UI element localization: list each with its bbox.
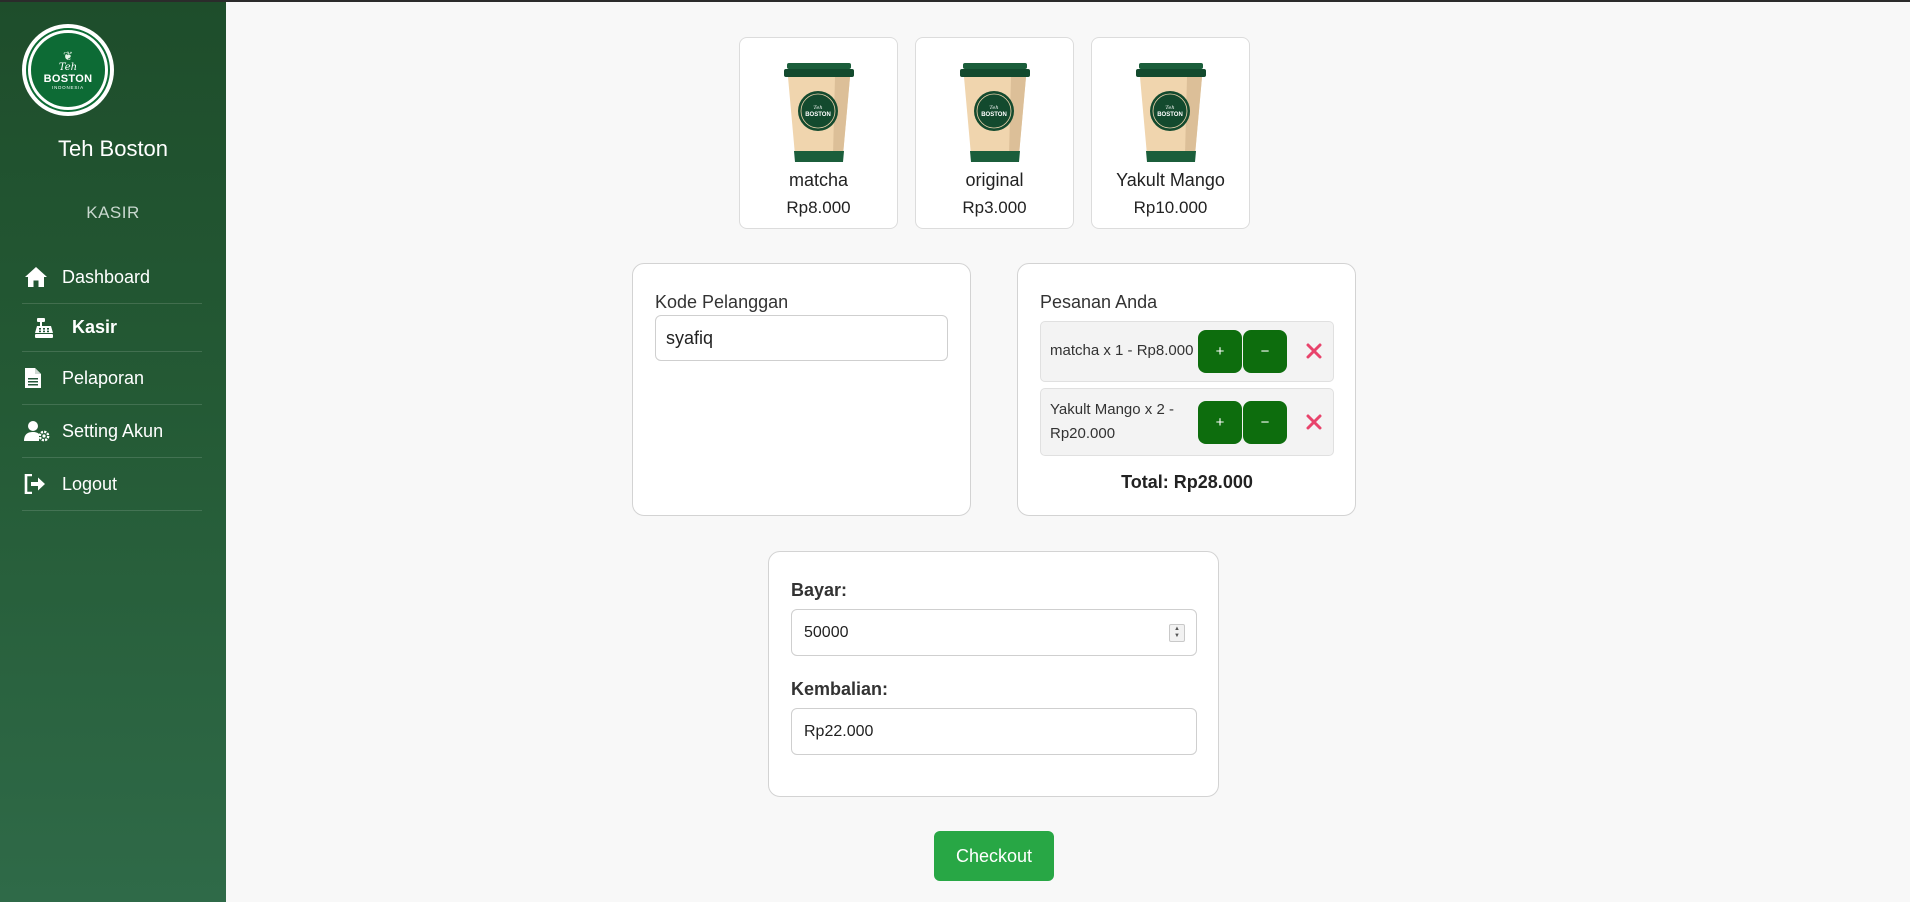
chevron-up-icon: ▲ <box>1174 626 1180 632</box>
logout-icon <box>22 474 62 494</box>
home-icon <box>22 266 62 288</box>
sidebar-item-label: Setting Akun <box>62 420 164 441</box>
decrease-quantity-button[interactable]: − <box>1243 330 1287 373</box>
order-item-text: Yakult Mango x 2 - Rp20.000 <box>1050 401 1174 442</box>
sidebar-item-label: Logout <box>62 473 118 494</box>
bayar-input[interactable] <box>791 609 1197 656</box>
kembalian-field <box>791 708 1197 755</box>
product-card-yakult-mango[interactable]: Teh BOSTON Yakult Mango Rp10.000 <box>1091 37 1250 229</box>
sidebar-item-label: Kasir <box>72 317 118 337</box>
order-total: Total: Rp28.000 <box>1121 472 1253 492</box>
product-price: Rp3.000 <box>962 198 1027 217</box>
increase-quantity-button[interactable]: + <box>1198 330 1242 373</box>
payment-card: Bayar: ▲ ▼ Kembalian: <box>768 551 1219 797</box>
svg-text:Teh: Teh <box>1165 105 1174 111</box>
file-icon <box>22 367 62 389</box>
decrease-quantity-button[interactable]: − <box>1243 401 1287 444</box>
tea-cup-image: Teh BOSTON <box>1092 63 1249 163</box>
sidebar-item-setting-akun[interactable]: Setting Akun <box>22 405 202 458</box>
cash-register-icon <box>22 317 72 338</box>
kembalian-label: Kembalian: <box>791 679 889 699</box>
product-name: Yakult Mango <box>1116 170 1225 190</box>
product-card-matcha[interactable]: Teh BOSTON matcha Rp8.000 <box>739 37 898 229</box>
customer-card: Kode Pelanggan <box>632 263 971 516</box>
sidebar: ❦ Teh BOSTON INDONESIA Teh Boston KASIR … <box>0 0 226 902</box>
tea-cup-image: Teh BOSTON <box>740 63 897 163</box>
brand-name: Teh Boston <box>57 136 169 161</box>
svg-text:BOSTON: BOSTON <box>1157 112 1183 118</box>
product-price: Rp8.000 <box>786 198 851 217</box>
remove-item-button[interactable] <box>1300 408 1328 436</box>
sidebar-item-label: Dashboard <box>62 266 151 287</box>
sidebar-item-dashboard[interactable]: Dashboard <box>22 251 202 304</box>
product-price: Rp10.000 <box>1133 198 1208 217</box>
remove-item-button[interactable] <box>1300 337 1328 365</box>
product-name: matcha <box>788 170 849 190</box>
customer-code-input[interactable] <box>655 315 948 361</box>
svg-text:Teh: Teh <box>989 105 998 111</box>
product-card-original[interactable]: Teh BOSTON original Rp3.000 <box>915 37 1074 229</box>
sidebar-nav: Dashboard Kasir Pelaporan Setting Akun L… <box>22 251 202 511</box>
product-name: original <box>965 170 1024 190</box>
sidebar-item-label: Pelaporan <box>62 367 145 388</box>
order-card: Pesanan Anda matcha x 1 - Rp8.000 + − Ya… <box>1017 263 1356 516</box>
user-gear-icon <box>22 420 62 442</box>
order-item: Yakult Mango x 2 - Rp20.000 + − <box>1040 388 1334 456</box>
close-icon <box>1306 343 1322 359</box>
order-item-text: matcha x 1 - Rp8.000 <box>1050 342 1194 359</box>
leaf-icon: ❦ <box>62 48 74 63</box>
checkout-button[interactable]: Checkout <box>934 831 1054 881</box>
sidebar-item-kasir[interactable]: Kasir <box>22 304 202 352</box>
chevron-down-icon: ▼ <box>1174 633 1180 639</box>
tea-cup-image: Teh BOSTON <box>916 63 1073 163</box>
user-role: KASIR <box>86 203 140 222</box>
svg-text:BOSTON: BOSTON <box>981 112 1007 118</box>
close-icon <box>1306 414 1322 430</box>
sidebar-item-logout[interactable]: Logout <box>22 458 202 511</box>
bayar-label: Bayar: <box>791 580 848 600</box>
bayar-field-wrapper: ▲ ▼ <box>791 609 1197 656</box>
brand-logo: ❦ Teh BOSTON INDONESIA <box>22 24 114 116</box>
svg-text:Teh: Teh <box>813 105 822 111</box>
svg-text:BOSTON: BOSTON <box>805 112 831 118</box>
order-title: Pesanan Anda <box>1040 292 1158 312</box>
sidebar-item-pelaporan[interactable]: Pelaporan <box>22 352 202 405</box>
number-spinner[interactable]: ▲ ▼ <box>1169 624 1185 642</box>
customer-code-label: Kode Pelanggan <box>655 292 789 312</box>
order-item: matcha x 1 - Rp8.000 + − <box>1040 321 1334 382</box>
increase-quantity-button[interactable]: + <box>1198 401 1242 444</box>
window-top-border <box>0 0 1910 2</box>
